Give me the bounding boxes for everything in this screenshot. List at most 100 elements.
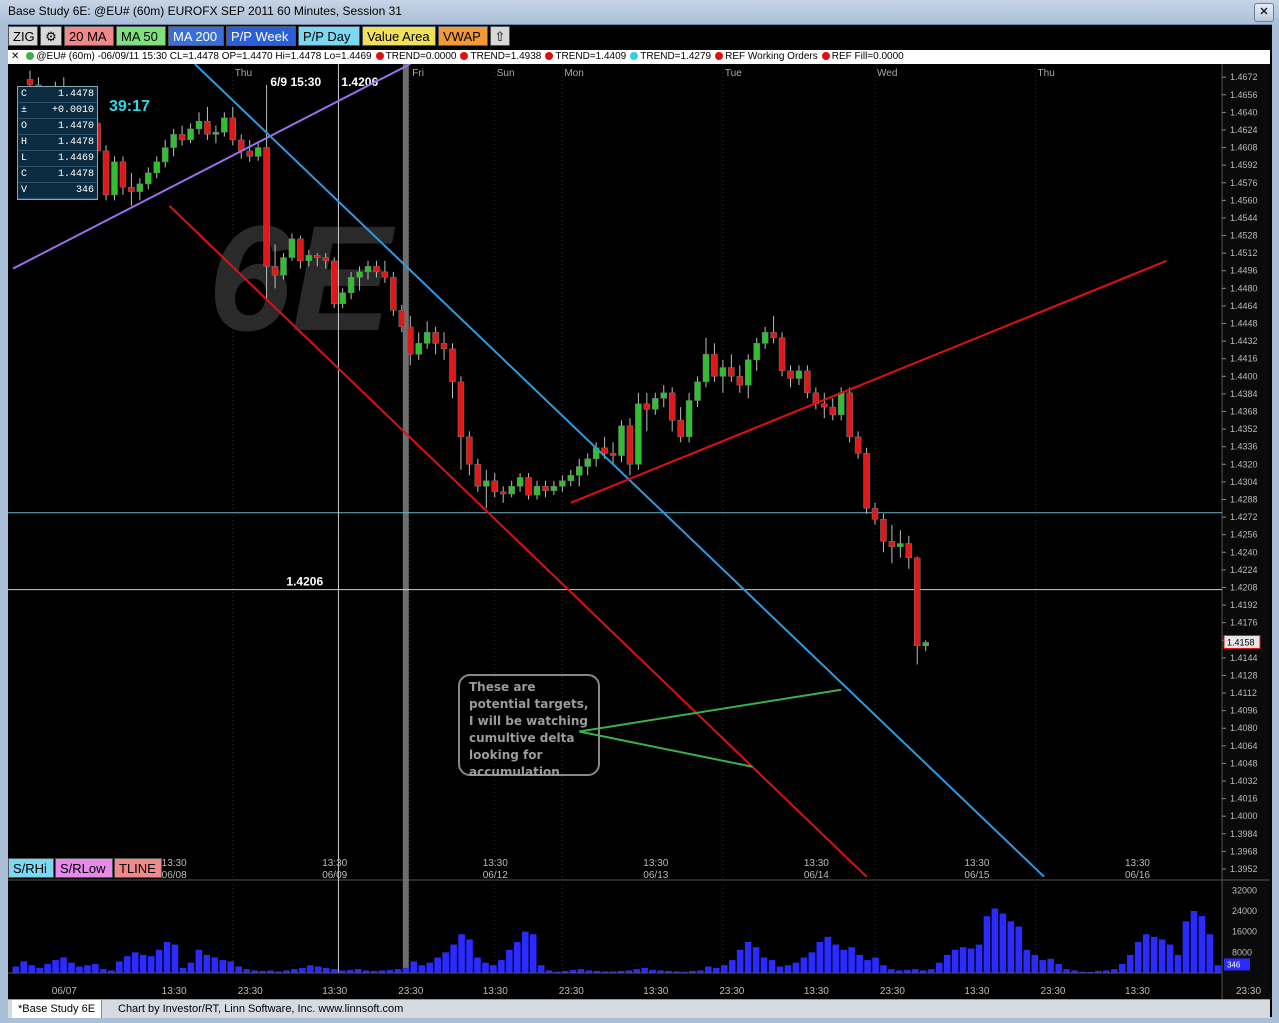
price-tick-label: 1.4336 (1230, 442, 1258, 452)
info-value: 346 (75, 185, 94, 196)
study-button[interactable]: S/RLow (55, 858, 113, 878)
info-key: C (21, 89, 28, 100)
price-pane (8, 64, 1222, 880)
time-label: 13:30 (162, 858, 187, 869)
up-arrow-icon[interactable]: ⇧ (490, 26, 510, 46)
time-axis-label: 23:30 (398, 986, 423, 997)
volume-bar (959, 947, 967, 973)
study-button[interactable]: TLINE (114, 858, 162, 878)
price-tick-label: 1.4368 (1230, 407, 1258, 417)
price-tick-label: 1.4640 (1230, 107, 1258, 117)
chart-tab[interactable]: *Base Study 6E (12, 1000, 103, 1018)
time-axis-label: 13:30 (804, 986, 829, 997)
candle-body (584, 458, 591, 467)
toolbar-button[interactable]: MA 200 (168, 26, 224, 46)
volume-bar (1150, 936, 1158, 973)
candle-body (702, 354, 710, 383)
info-row: H 1.4478 (18, 135, 97, 151)
volume-bar (872, 957, 879, 973)
price-tick-label: 1.4384 (1230, 389, 1258, 399)
toolbar-button[interactable]: VWAP (438, 26, 488, 46)
candle-body (922, 642, 929, 647)
candle-body (576, 466, 583, 476)
crosshair-axis-label: 1.4206 (286, 575, 323, 589)
candle-body (804, 370, 811, 394)
toolbar-button[interactable]: Value Area (362, 26, 436, 46)
toolbar-button[interactable]: ZIG (8, 26, 38, 46)
day-label: Sun (497, 68, 515, 79)
bar-timer: 39:17 (109, 98, 150, 115)
price-tick-label: 1.4416 (1230, 354, 1258, 364)
volume-bar (139, 954, 147, 973)
window-frame-right (1272, 24, 1279, 1023)
candle-body (246, 150, 253, 157)
volume-bar (60, 957, 67, 973)
gear-icon[interactable]: ⚙ (40, 26, 62, 46)
candle-body (119, 161, 127, 188)
volume-bar (235, 966, 242, 973)
time-axis-label: 23:30 (880, 986, 905, 997)
price-tick-label: 1.4064 (1230, 741, 1258, 751)
volume-bar (736, 949, 744, 973)
price-tick-label: 1.4624 (1230, 125, 1258, 135)
candle-body (288, 238, 296, 258)
time-axis-label: 13:30 (1125, 986, 1150, 997)
volume-bar (330, 969, 338, 973)
toolbar-button[interactable]: 20 MA (64, 26, 114, 46)
crosshair-time-label: 6/9 15:30 (270, 75, 321, 89)
info-row: C 1.4478 (18, 87, 97, 103)
volume-bar (1047, 958, 1054, 973)
candle-body (457, 381, 465, 438)
candle-body (407, 326, 414, 355)
volume-bar (800, 957, 808, 973)
day-label: Thu (235, 68, 252, 79)
volume-bar (402, 967, 410, 973)
time-axis-label: 13:30 (483, 986, 508, 997)
volume-bar (115, 961, 123, 973)
volume-bar (975, 944, 983, 973)
candle-body (178, 134, 186, 141)
annotation-note[interactable]: These are potential targets, I will be w… (458, 674, 600, 779)
info-row: C 1.4478 (18, 167, 97, 183)
volume-tick-label: 24000 (1232, 906, 1257, 916)
volume-bar (864, 960, 871, 973)
window-title: Base Study 6E: @EU# (60m) EUROFX SEP 201… (8, 4, 402, 18)
close-chart-icon[interactable]: ✕ (8, 51, 22, 62)
toolbar-button[interactable]: P/P Week (226, 26, 296, 46)
price-tick-label: 1.4128 (1230, 670, 1258, 680)
date-label: 06/13 (643, 870, 668, 881)
volume-bar (529, 934, 537, 973)
window-titlebar[interactable]: Base Study 6E: @EU# (60m) EUROFX SEP 201… (0, 0, 1279, 25)
volume-bar (434, 957, 441, 973)
price-tick-label: 1.4016 (1230, 794, 1258, 804)
toolbar-button[interactable]: MA 50 (116, 26, 166, 46)
volume-bar (307, 965, 314, 973)
price-tick-label: 1.4304 (1230, 477, 1258, 487)
volume-bar (84, 965, 91, 973)
candle-body (660, 392, 667, 399)
study-button[interactable]: S/RHi (8, 858, 54, 878)
close-window-icon[interactable]: ✕ (1254, 3, 1274, 22)
volume-bar (163, 942, 171, 973)
volume-bar (179, 967, 187, 973)
volume-bar (466, 939, 473, 973)
candle-body (390, 277, 397, 311)
candle-body (897, 543, 904, 548)
candle-body (533, 486, 541, 496)
candle-body (846, 392, 853, 438)
volume-bar (1158, 939, 1166, 973)
price-tick-label: 1.4176 (1230, 618, 1258, 628)
toolbar-button[interactable]: P/P Day (298, 26, 360, 46)
candle-body (381, 271, 389, 278)
candle-body (745, 359, 752, 386)
price-tick-label: 1.4544 (1230, 213, 1258, 223)
price-tick-label: 1.4192 (1230, 600, 1258, 610)
legend-item: TREND=1.4409 (555, 51, 627, 62)
volume-bar (1015, 926, 1023, 973)
candle-body (635, 403, 642, 465)
candle-body (652, 398, 659, 410)
chart-area[interactable]: 6E Thu Fri Sun Mon Tue Wed Thu 6/9 15:30 1.4206 1.… (8, 64, 1270, 999)
time-label: 13:30 (322, 858, 347, 869)
volume-bar (1039, 960, 1046, 973)
candle-body (609, 453, 617, 456)
